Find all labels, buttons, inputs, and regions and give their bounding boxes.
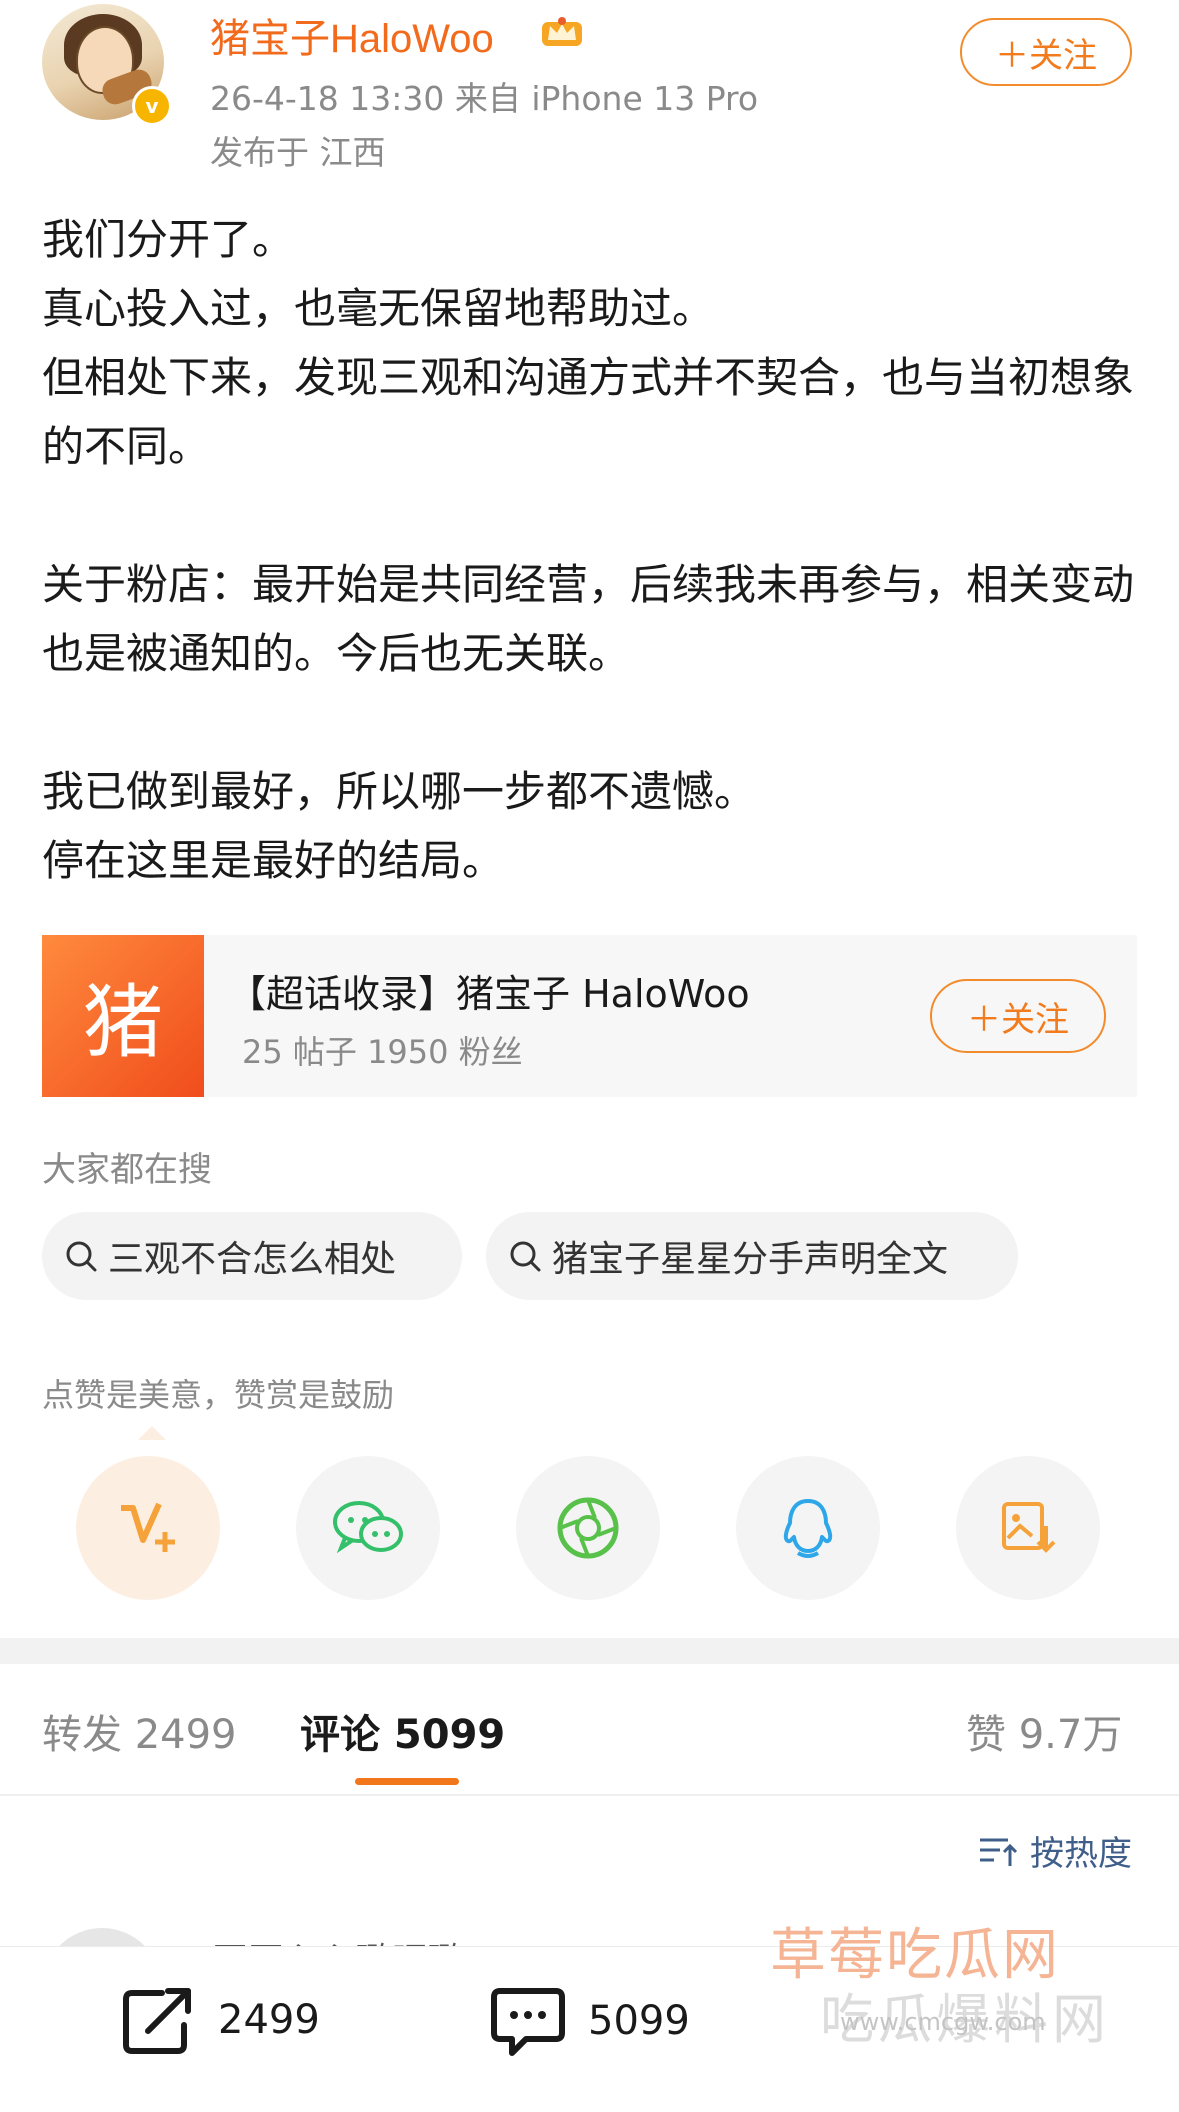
search-chip[interactable]: 三观不合怎么相处 <box>42 1212 462 1300</box>
follow-button[interactable]: ＋关注 <box>960 18 1132 86</box>
reward-caption: 点赞是美意，赞赏是鼓励 <box>42 1376 395 1414</box>
repost-count: 2499 <box>218 1997 320 2043</box>
repost-button[interactable]: 2499 <box>122 1985 320 2055</box>
post-blank-line <box>42 688 1152 757</box>
sort-by-hot-button[interactable]: 按热度 <box>978 1826 1132 1875</box>
comment-button[interactable]: 5099 <box>490 1985 690 2057</box>
watermark-url: www.cmcgw.com <box>840 2008 1046 2036</box>
vip-crown-icon <box>542 17 582 46</box>
search-chip-label: 三观不合怎么相处 <box>108 1239 397 1280</box>
verified-badge-icon: v <box>132 86 172 126</box>
tab-comments[interactable]: 评论 5099 <box>300 1702 505 1760</box>
post-line: 我们分开了。 <box>42 215 295 264</box>
super-topic-follow-button[interactable]: ＋关注 <box>930 979 1106 1053</box>
moments-icon <box>557 1497 619 1559</box>
section-divider <box>0 1638 1179 1664</box>
sort-icon <box>980 1838 1018 1866</box>
post-meta: 26-4-18 13:30 来自 iPhone 13 Pro <box>210 79 759 118</box>
share-moments-button[interactable] <box>516 1456 660 1600</box>
save-image-button[interactable] <box>956 1456 1100 1600</box>
post-body: 我们分开了。 真心投入过，也毫无保留地帮助过。 但相处下来，发现三观和沟通方式并… <box>42 205 1152 895</box>
post-line: 真心投入过，也毫无保留地帮助过。 <box>42 284 715 333</box>
reward-button[interactable] <box>76 1456 220 1600</box>
search-chip[interactable]: 猪宝子星星分手声明全文 <box>486 1212 1018 1300</box>
save-image-icon <box>1002 1502 1056 1553</box>
search-heading: 大家都在搜 <box>42 1150 212 1190</box>
super-topic-card[interactable]: 猪 【超话收录】猪宝子 HaloWoo 25 帖子 1950 粉丝 ＋关注 <box>42 935 1137 1097</box>
tab-likes[interactable]: 赞 9.7万 <box>966 1702 1122 1760</box>
wechat-icon <box>333 1501 403 1554</box>
search-icon <box>510 1241 541 1272</box>
post-line: 关于粉店：最开始是共同经营，后续我未再参与，相关变动也是被通知的。今后也无关联。 <box>42 560 1135 678</box>
qq-icon <box>783 1499 833 1558</box>
sort-label: 按热度 <box>1030 1834 1132 1874</box>
search-icon <box>66 1241 97 1272</box>
comment-icon <box>491 1988 565 2056</box>
tab-divider <box>0 1794 1179 1796</box>
repost-icon <box>123 1988 191 2054</box>
share-wechat-button[interactable] <box>296 1456 440 1600</box>
reward-pointer <box>138 1426 166 1440</box>
share-qq-button[interactable] <box>736 1456 880 1600</box>
post-line: 我已做到最好，所以哪一步都不遗憾。 <box>42 767 757 816</box>
super-topic-stats: 25 帖子 1950 粉丝 <box>242 1033 523 1071</box>
post-blank-line <box>42 481 1152 550</box>
tab-repost[interactable]: 转发 2499 <box>42 1702 237 1760</box>
active-tab-indicator <box>355 1778 459 1785</box>
search-chip-label: 猪宝子星星分手声明全文 <box>552 1239 949 1280</box>
super-topic-title: 【超话收录】猪宝子 HaloWoo <box>228 972 750 1016</box>
post-line: 停在这里是最好的结局。 <box>42 836 505 885</box>
reward-icon <box>121 1502 175 1552</box>
comment-count: 5099 <box>588 1998 690 2044</box>
author-name[interactable]: 猪宝子HaloWoo <box>210 6 494 64</box>
post-location: 发布于 江西 <box>210 133 386 172</box>
super-topic-logo: 猪 <box>42 935 204 1097</box>
post-line: 但相处下来，发现三观和沟通方式并不契合，也与当初想象的不同。 <box>42 353 1135 471</box>
